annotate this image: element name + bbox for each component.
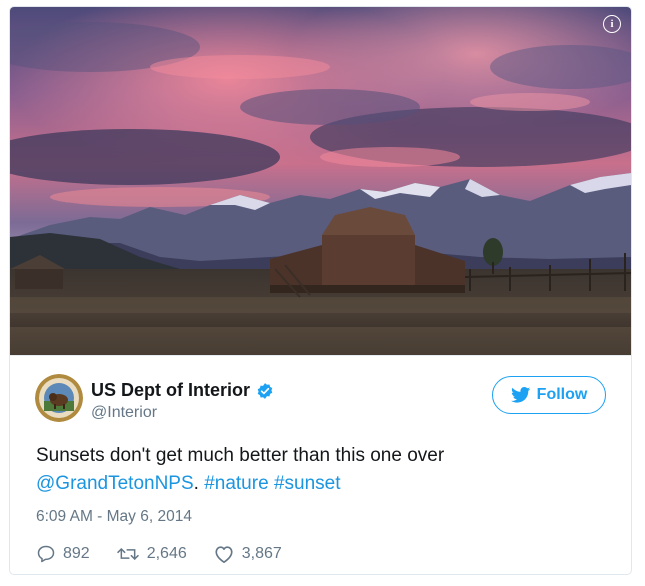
verified-badge-icon [257, 382, 273, 399]
author-row: US Dept of Interior [91, 380, 274, 401]
author-name[interactable]: US Dept of Interior [91, 380, 250, 401]
avatar[interactable] [35, 374, 83, 422]
reply-count: 892 [63, 545, 90, 562]
reply-icon [37, 545, 55, 563]
sunset-barn-image [10, 7, 631, 355]
tweet-timestamp[interactable]: 6:09 AM - May 6, 2014 [36, 508, 192, 526]
heart-icon [215, 546, 233, 563]
like-count: 3,867 [241, 545, 282, 562]
follow-label: Follow [536, 386, 588, 403]
tweet-separator: . [193, 473, 199, 494]
tweet-card: i US Dept of Interior @Interior Follow S… [9, 6, 632, 575]
hashtag-sunset-link[interactable]: #sunset [274, 473, 341, 494]
tweet-text: Sunsets don't get much better than this … [36, 442, 596, 498]
retweet-count: 2,646 [146, 545, 187, 562]
info-icon[interactable]: i [603, 15, 621, 33]
tweet-text-line1: Sunsets don't get much better than this … [36, 445, 445, 466]
hashtag-nature-link[interactable]: #nature [204, 473, 268, 494]
tweet-text-line2: @GrandTetonNPS. #nature #sunset [36, 470, 596, 498]
retweet-action[interactable]: 2,646 [116, 544, 187, 564]
tweet-actions: 892 2,646 3,867 [36, 544, 308, 564]
retweet-icon [116, 548, 139, 560]
like-action[interactable]: 3,867 [213, 544, 282, 564]
follow-button[interactable]: Follow [492, 376, 606, 414]
tweet-body: US Dept of Interior @Interior Follow Sun… [10, 355, 631, 563]
author-handle[interactable]: @Interior [91, 404, 157, 422]
doi-seal-icon [35, 374, 83, 422]
tweet-photo[interactable]: i [10, 7, 631, 355]
twitter-bird-icon [510, 387, 530, 403]
mention-link[interactable]: @GrandTetonNPS [36, 473, 194, 494]
reply-action[interactable]: 892 [36, 544, 90, 564]
